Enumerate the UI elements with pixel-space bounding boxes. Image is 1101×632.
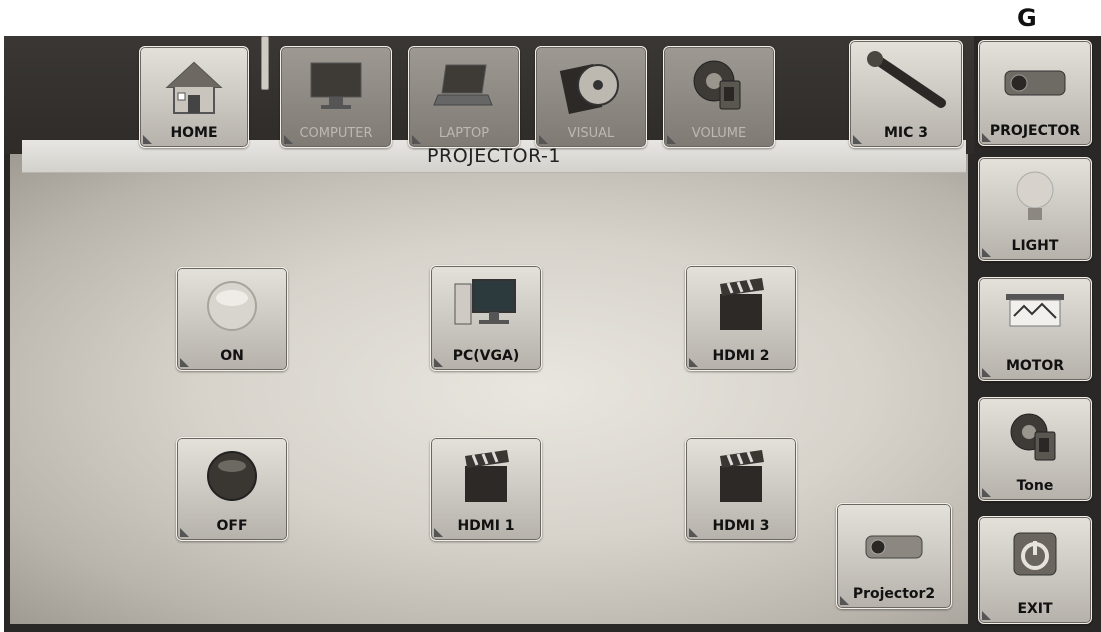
corner-triangle [284,135,293,144]
hdmi1-button[interactable]: HDMI 1 [430,437,542,541]
on-button[interactable]: ON [176,267,288,371]
pc-vga-button[interactable]: PC(VGA) [430,265,542,371]
clapperboard-icon [720,278,764,330]
on-label: ON [220,348,244,364]
corner-triangle [982,611,991,620]
visual-label: VISUAL [567,126,615,141]
corner-triangle [143,135,152,144]
light-label: LIGHT [1011,238,1059,254]
corner-triangle [434,528,443,537]
mic-label: MIC 3 [883,125,929,141]
laptop-icon [433,64,493,106]
laptop-button[interactable]: LAPTOP [408,46,520,148]
motor-button[interactable]: MOTOR [978,277,1092,381]
laptop-label: LAPTOP [438,126,490,141]
projector2-label: Projector2 [852,586,936,602]
speaker-icon [1010,413,1056,461]
lightbulb-icon [1016,171,1054,220]
off-button[interactable]: OFF [176,437,288,541]
light-button[interactable]: LIGHT [978,157,1092,261]
nav-separator [261,36,269,90]
computer-button[interactable]: COMPUTER [280,46,392,148]
power-off-icon [207,451,257,501]
computer-icon [454,279,516,325]
corner-triangle [982,488,991,497]
pc-vga-label: PC(VGA) [452,348,520,364]
tone-button[interactable]: Tone [978,397,1092,501]
projector-nav-button[interactable]: PROJECTOR [978,40,1092,146]
exit-label: EXIT [1017,601,1053,617]
clapperboard-icon [465,450,509,502]
exit-button[interactable]: EXIT [978,516,1092,624]
projector-nav-label: PROJECTOR [989,123,1081,139]
computer-label: COMPUTER [299,126,373,141]
volume-label: VOLUME [691,126,747,141]
corner-triangle [982,133,991,142]
corner-triangle [412,135,421,144]
corner-triangle [180,358,189,367]
projector-icon [865,535,923,559]
corner-triangle [180,528,189,537]
corner-triangle [689,528,698,537]
corner-triangle [982,248,991,257]
hdmi3-label: HDMI 3 [712,518,770,534]
screen-icon [1006,294,1064,327]
monitor-icon [310,62,362,109]
clapperboard-icon [720,450,764,502]
hdmi1-label: HDMI 1 [457,518,515,534]
projector-icon [1004,70,1066,96]
content-area [10,154,968,624]
corner-triangle [667,135,676,144]
visual-button[interactable]: VISUAL [535,46,647,148]
volume-button[interactable]: VOLUME [663,46,775,148]
motor-label: MOTOR [1005,358,1065,374]
home-button[interactable]: HOME [139,46,249,148]
house-icon [165,61,223,114]
dvd-icon [559,63,619,115]
hdmi2-button[interactable]: HDMI 2 [685,265,797,371]
hdmi3-button[interactable]: HDMI 3 [685,437,797,541]
projector2-button[interactable]: Projector2 [836,503,952,609]
power-on-icon [207,281,257,331]
corner-triangle [434,358,443,367]
corner-triangle [840,596,849,605]
corner-triangle [689,358,698,367]
speaker-icon [693,60,741,110]
corner-triangle [982,368,991,377]
corner-letter: G [1017,4,1037,32]
tone-label: Tone [1016,478,1054,494]
off-label: OFF [216,518,248,534]
hdmi2-label: HDMI 2 [712,348,770,364]
corner-triangle [539,135,548,144]
power-icon [1013,532,1057,576]
microphone-icon [867,51,946,108]
corner-triangle [853,135,862,144]
mic-button[interactable]: MIC 3 [849,40,963,148]
home-label: HOME [170,125,218,141]
